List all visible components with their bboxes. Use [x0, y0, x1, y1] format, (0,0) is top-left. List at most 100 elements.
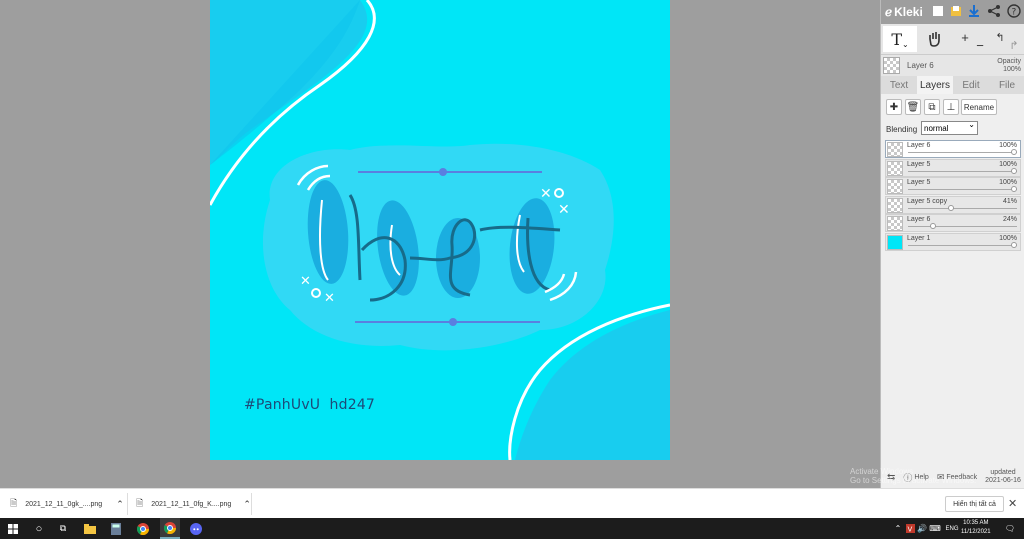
brand-name: Kleki	[894, 5, 923, 19]
layer-opacity-slider-handle[interactable]	[1011, 167, 1017, 174]
language-indicator[interactable]: ENG	[944, 518, 960, 539]
delete-layer-button[interactable]: 🗑	[905, 99, 921, 115]
layer-opacity-slider-handle[interactable]	[1011, 186, 1017, 193]
layer-opacity-slider[interactable]	[908, 207, 1017, 209]
chrome-button[interactable]	[135, 518, 151, 539]
discord-button[interactable]	[188, 518, 204, 539]
layer-thumbnail	[887, 197, 903, 213]
layer-opacity-slider-handle[interactable]	[1011, 241, 1017, 248]
undo-button[interactable]: ↰	[993, 24, 1007, 50]
layer-thumbnail	[887, 179, 903, 195]
hand-tool-button[interactable]	[923, 26, 947, 52]
rename-button[interactable]: Rename	[961, 99, 997, 115]
updated-label: updated	[990, 469, 1016, 476]
opacity-value: 100%	[1003, 66, 1021, 73]
layer-row[interactable]: Layer 6 100%	[885, 140, 1021, 158]
layer-thumbnail	[887, 142, 903, 157]
layer-opacity-slider-handle[interactable]	[930, 223, 937, 230]
tab-text[interactable]: Text	[881, 76, 917, 94]
blending-select[interactable]: normal	[921, 120, 978, 135]
duplicate-layer-button[interactable]: ⧉	[924, 99, 940, 115]
layer-opacity-slider[interactable]	[908, 170, 1017, 172]
updated-info: updated 2021-06-16	[985, 469, 1021, 485]
layer-row[interactable]: Layer 5 100%	[885, 158, 1021, 177]
current-layer-info: Layer 6 Opacity 100%	[881, 54, 1024, 76]
merge-layer-button[interactable]: ⊥	[943, 99, 959, 115]
layer-name: Layer 6	[907, 216, 931, 224]
blending-label: Blending	[886, 125, 918, 134]
plus-icon: ✚	[889, 101, 899, 113]
download-item[interactable]: 🗎 2021_12_11_0gk_....png ⌃	[10, 489, 124, 519]
layer-opacity-slider[interactable]	[908, 189, 1017, 191]
share-icon[interactable]	[987, 4, 1001, 18]
download-icon[interactable]	[967, 4, 981, 18]
keyboard-icon[interactable]: ⌨	[929, 518, 941, 539]
kleki-logo-icon: ℯ	[885, 5, 893, 19]
downloads-bar: 🗎 2021_12_11_0gk_....png ⌃ 🗎 2021_12_11_…	[0, 488, 1024, 518]
new-file-icon[interactable]	[931, 4, 945, 18]
clock-time: 10:35 AM	[963, 520, 989, 526]
layer-name: Layer 5	[907, 179, 931, 187]
layer-row[interactable]: Layer 6 24%	[885, 214, 1021, 233]
svg-text:✕: ✕	[300, 274, 311, 289]
zoom-in-button[interactable]: +	[957, 24, 973, 50]
windows-taskbar: ○ ⧉ ⌃ V 🔊 ⌨ ENG 10:35 AM 11/12/2021 🗨	[0, 518, 1024, 539]
canvas-workspace[interactable]: ✕ ✕ ✕ ✕ #PanhUvU hd247	[0, 0, 880, 488]
tab-layers[interactable]: Layers	[917, 76, 953, 94]
tray-chevron-up-icon[interactable]: ⌃	[893, 518, 903, 539]
task-view-button[interactable]: ⧉	[56, 518, 70, 539]
layer-thumbnail	[887, 216, 903, 232]
kleki-logo: ℯ Kleki	[885, 5, 923, 19]
search-circle-icon: ○	[35, 522, 43, 535]
download-item[interactable]: 🗎 2021_12_11_0fg_K....png ⌃	[136, 489, 251, 519]
layer-name: Layer 1	[907, 234, 931, 242]
side-panel: ℯ Kleki ? T ⌄ + − ↰ ↱ Layer 6 Opacity 10…	[880, 0, 1024, 488]
layer-opacity-slider-handle[interactable]	[1011, 149, 1017, 155]
show-all-downloads-button[interactable]: Hiển thị tất cả	[945, 496, 1004, 512]
current-layer-opacity[interactable]: Opacity 100%	[997, 58, 1021, 74]
svg-text:✕: ✕	[324, 291, 335, 306]
svg-text:✕: ✕	[558, 202, 570, 218]
chrome-active-button[interactable]	[160, 518, 180, 539]
layer-opacity-slider[interactable]	[908, 244, 1017, 246]
tab-file[interactable]: File	[989, 76, 1024, 94]
file-icon: 🗎	[136, 498, 144, 508]
windows-start-button[interactable]	[6, 518, 20, 539]
chevron-down-icon: ⌄	[901, 39, 909, 49]
text-tool-button[interactable]: T ⌄	[883, 26, 917, 52]
layer-list: Layer 6 100% Layer 5 100% Layer 5 100% Layer 5…	[885, 140, 1021, 252]
calculator-button[interactable]	[108, 518, 124, 539]
layer-opacity-slider[interactable]	[908, 152, 1017, 153]
notification-icon[interactable]: 🗨	[1004, 518, 1016, 539]
layer-opacity: 24%	[1002, 216, 1017, 224]
text-tool-label: T	[891, 29, 902, 49]
layer-thumbnail	[887, 234, 903, 250]
layer-row[interactable]: Layer 5 100%	[885, 177, 1021, 196]
chevron-up-icon[interactable]: ⌃	[243, 499, 251, 510]
activate-windows-title: Activate Windows	[850, 467, 914, 476]
layer-row[interactable]: Layer 5 copy 41%	[885, 195, 1021, 214]
taskbar-clock[interactable]: 10:35 AM 11/12/2021	[961, 519, 991, 537]
tab-edit[interactable]: Edit	[953, 76, 989, 94]
volume-icon[interactable]: 🔊	[917, 518, 927, 539]
layer-opacity: 100%	[999, 160, 1017, 168]
add-layer-button[interactable]: ✚	[886, 99, 902, 115]
discord-icon	[190, 522, 202, 535]
search-button[interactable]: ○	[32, 518, 46, 539]
close-icon[interactable]: ✕	[1008, 497, 1017, 510]
drawing-canvas[interactable]: ✕ ✕ ✕ ✕ #PanhUvU hd247	[210, 0, 670, 460]
calculator-icon	[111, 522, 121, 535]
help-icon[interactable]: ?	[1007, 4, 1021, 18]
layer-opacity: 100%	[999, 142, 1017, 149]
open-file-icon[interactable]	[949, 4, 963, 18]
layer-row[interactable]: Layer 1 100%	[885, 232, 1021, 251]
task-view-icon: ⧉	[59, 523, 67, 533]
layer-name: Layer 6	[907, 142, 931, 149]
antivirus-tray-button[interactable]: V	[905, 518, 915, 539]
opacity-label: Opacity	[997, 58, 1021, 65]
chevron-up-icon[interactable]: ⌃	[116, 499, 124, 510]
layer-opacity-slider-handle[interactable]	[948, 204, 955, 211]
layer-opacity-slider[interactable]	[908, 226, 1017, 228]
file-explorer-button[interactable]	[82, 518, 98, 539]
folder-icon	[84, 523, 96, 534]
